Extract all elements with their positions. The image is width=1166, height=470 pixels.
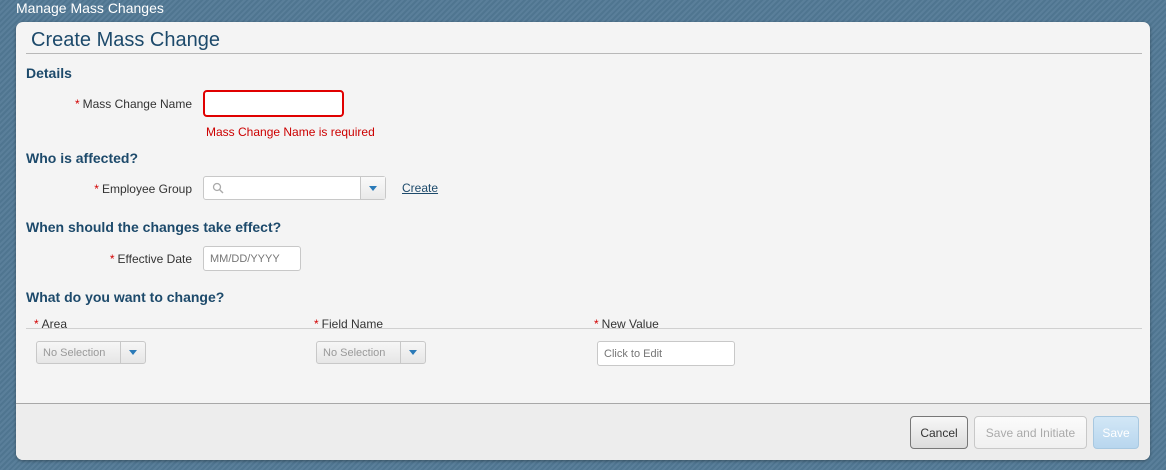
section-what-change: What do you want to change?	[26, 289, 225, 305]
chevron-down-icon	[369, 185, 377, 191]
field-name-select[interactable]: No Selection	[316, 341, 426, 364]
area-select[interactable]: No Selection	[36, 341, 146, 364]
create-employee-group-link[interactable]: Create	[402, 181, 438, 195]
effective-date-input[interactable]	[203, 246, 301, 271]
table-header-divider	[26, 328, 1142, 329]
employee-group-combobox[interactable]	[203, 176, 386, 200]
new-value-input[interactable]	[597, 341, 735, 366]
required-marker: *	[109, 252, 115, 266]
field-name-select-value: No Selection	[323, 346, 386, 359]
employee-group-label: * Employee Group	[94, 182, 192, 196]
required-marker: *	[74, 97, 80, 111]
chevron-down-icon	[409, 350, 417, 355]
employee-group-search[interactable]	[204, 182, 360, 194]
search-icon	[212, 182, 224, 194]
section-when-effect: When should the changes take effect?	[26, 219, 282, 235]
required-marker: *	[94, 182, 99, 196]
title-divider	[26, 53, 1142, 54]
save-and-initiate-button[interactable]: Save and Initiate	[974, 416, 1087, 449]
mass-change-name-error: Mass Change Name is required	[206, 125, 375, 139]
field-name-dropdown-button[interactable]	[400, 342, 425, 363]
save-button[interactable]: Save	[1093, 416, 1139, 449]
section-who-affected: Who is affected?	[26, 150, 139, 166]
employee-group-dropdown-button[interactable]	[360, 177, 385, 199]
mass-change-name-label: * Mass Change Name	[74, 97, 192, 111]
create-mass-change-dialog: Create Mass Change Details * Mass Change …	[16, 22, 1150, 460]
mass-change-name-input[interactable]	[203, 90, 344, 117]
effective-date-label: * Effective Date	[109, 252, 192, 266]
section-details: Details	[26, 65, 72, 81]
page-header: Manage Mass Changes	[16, 0, 164, 16]
chevron-down-icon	[129, 350, 137, 355]
cancel-button[interactable]: Cancel	[910, 416, 968, 449]
area-select-value: No Selection	[43, 346, 106, 359]
area-dropdown-button[interactable]	[120, 342, 145, 363]
dialog-title: Create Mass Change	[31, 29, 220, 51]
